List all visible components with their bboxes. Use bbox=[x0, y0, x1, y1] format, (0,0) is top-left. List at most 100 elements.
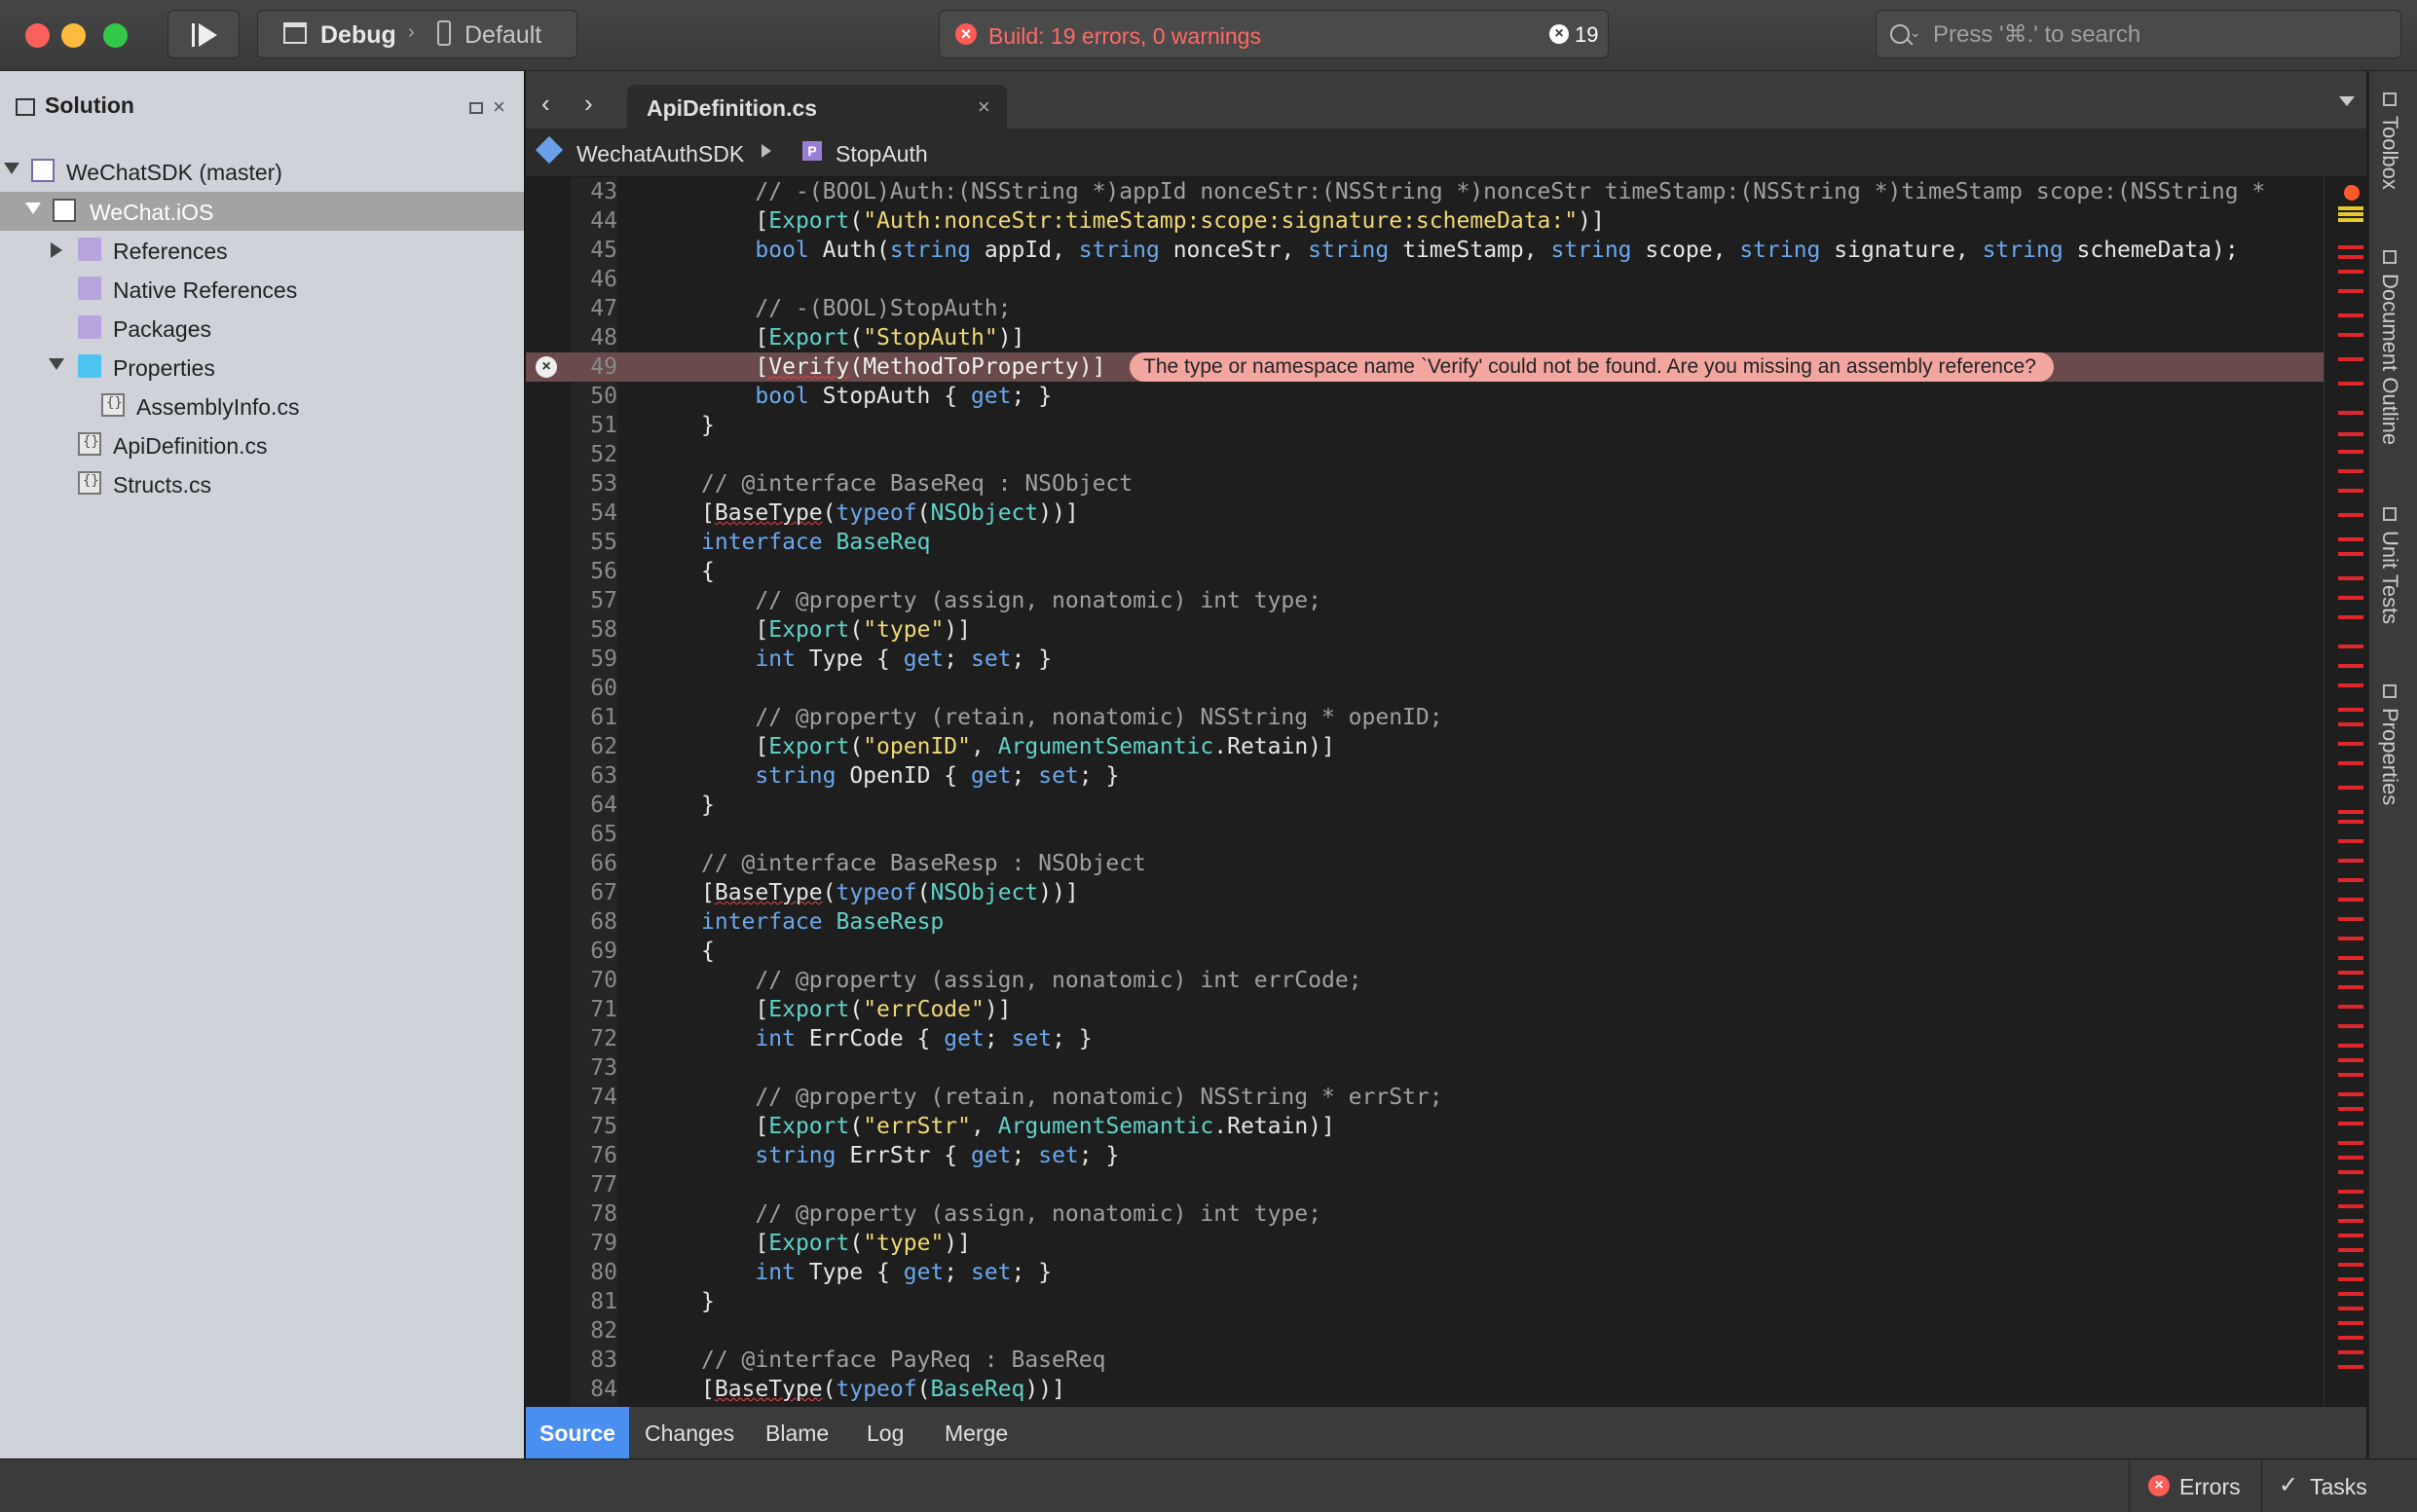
error-summary-icon[interactable] bbox=[2344, 185, 2360, 201]
code-line[interactable]: 70 // @property (assign, nonatomic) int … bbox=[526, 966, 2327, 995]
pad-toolbox[interactable]: Toolbox bbox=[2377, 92, 2402, 190]
error-marker[interactable] bbox=[2338, 839, 2363, 843]
tree-item-structs[interactable]: Structs.cs bbox=[0, 464, 524, 503]
code-text[interactable]: interface BaseResp bbox=[701, 907, 944, 937]
code-line[interactable]: 65 bbox=[526, 820, 2327, 849]
run-button[interactable] bbox=[167, 10, 240, 58]
code-text[interactable]: [Export("errStr", ArgumentSemantic.Retai… bbox=[701, 1112, 1335, 1141]
error-marker[interactable] bbox=[2338, 382, 2363, 386]
tree-item-native-references[interactable]: Native References bbox=[0, 270, 524, 309]
error-marker[interactable] bbox=[2338, 1277, 2363, 1281]
code-line[interactable]: 57 // @property (assign, nonatomic) int … bbox=[526, 586, 2327, 615]
error-marker[interactable] bbox=[2338, 1263, 2363, 1267]
tab-list-chevron-icon[interactable] bbox=[2339, 96, 2355, 106]
code-line[interactable]: 84 [BaseType(typeof(BaseReq))] bbox=[526, 1375, 2327, 1404]
error-marker[interactable] bbox=[2338, 1044, 2363, 1048]
tree-item-project[interactable]: WeChat.iOS bbox=[0, 192, 524, 231]
error-marker-icon[interactable]: × bbox=[536, 356, 557, 378]
error-marker[interactable] bbox=[2338, 513, 2363, 517]
breadcrumb-namespace[interactable]: WechatAuthSDK bbox=[576, 141, 744, 167]
error-marker[interactable] bbox=[2338, 289, 2363, 293]
code-line[interactable]: 69 { bbox=[526, 937, 2327, 966]
code-text[interactable]: // @property (retain, nonatomic) NSStrin… bbox=[701, 703, 1442, 732]
code-text[interactable]: // @interface BaseResp : NSObject bbox=[701, 849, 1146, 878]
code-line[interactable]: 43 // -(BOOL)Auth:(NSString *)appId nonc… bbox=[526, 177, 2327, 206]
search-box[interactable]: ⌄ bbox=[1876, 10, 2401, 58]
error-marker[interactable] bbox=[2338, 1058, 2363, 1062]
code-line[interactable]: 74 // @property (retain, nonatomic) NSSt… bbox=[526, 1083, 2327, 1112]
error-marker[interactable] bbox=[2338, 917, 2363, 921]
code-line[interactable]: 62 [Export("openID", ArgumentSemantic.Re… bbox=[526, 732, 2327, 761]
error-marker[interactable] bbox=[2338, 664, 2363, 668]
code-line[interactable]: 50 bool StopAuth { get; } bbox=[526, 382, 2327, 411]
error-marker[interactable] bbox=[2338, 489, 2363, 493]
error-marker[interactable] bbox=[2338, 596, 2363, 600]
code-line[interactable]: 80 int Type { get; set; } bbox=[526, 1258, 2327, 1287]
window-close-button[interactable] bbox=[25, 23, 50, 48]
code-text[interactable]: { bbox=[701, 937, 715, 966]
error-marker[interactable] bbox=[2338, 450, 2363, 454]
error-marker[interactable] bbox=[2338, 1307, 2363, 1310]
error-marker[interactable] bbox=[2338, 1107, 2363, 1111]
error-marker[interactable] bbox=[2338, 820, 2363, 824]
warning-marker[interactable] bbox=[2338, 218, 2363, 222]
code-text[interactable]: bool StopAuth { get; } bbox=[701, 382, 1052, 411]
error-marker[interactable] bbox=[2338, 432, 2363, 436]
tab-log[interactable]: Log bbox=[867, 1407, 904, 1459]
code-text[interactable]: [Export("type")] bbox=[701, 615, 971, 645]
code-line[interactable]: 64} bbox=[526, 791, 2327, 820]
error-marker[interactable] bbox=[2338, 270, 2363, 274]
code-text[interactable]: int Type { get; set; } bbox=[701, 1258, 1052, 1287]
error-marker[interactable] bbox=[2338, 576, 2363, 580]
error-marker[interactable] bbox=[2338, 1141, 2363, 1145]
code-line[interactable]: 78 // @property (assign, nonatomic) int … bbox=[526, 1199, 2327, 1229]
error-marker[interactable] bbox=[2338, 1321, 2363, 1325]
code-line[interactable]: 63 string OpenID { get; set; } bbox=[526, 761, 2327, 791]
code-text[interactable]: [BaseType(typeof(NSObject))] bbox=[701, 498, 1079, 528]
error-marker[interactable] bbox=[2338, 357, 2363, 361]
error-marker[interactable] bbox=[2338, 810, 2363, 814]
code-text[interactable]: { bbox=[701, 557, 715, 586]
error-marker[interactable] bbox=[2338, 1190, 2363, 1194]
code-line[interactable]: 47 // -(BOOL)StopAuth; bbox=[526, 294, 2327, 323]
error-marker[interactable] bbox=[2338, 333, 2363, 337]
error-marker[interactable] bbox=[2338, 645, 2363, 648]
error-marker[interactable] bbox=[2338, 245, 2363, 249]
tab-blame[interactable]: Blame bbox=[765, 1407, 829, 1459]
overview-ruler[interactable] bbox=[2324, 177, 2367, 1406]
code-text[interactable]: bool Auth(string appId, string nonceStr,… bbox=[701, 236, 2238, 265]
errors-pad-button[interactable]: Errors bbox=[2179, 1474, 2241, 1500]
code-line[interactable]: 72 int ErrCode { get; set; } bbox=[526, 1024, 2327, 1053]
expand-arrow-icon[interactable] bbox=[49, 358, 64, 370]
error-marker[interactable] bbox=[2338, 411, 2363, 415]
window-zoom-button[interactable] bbox=[103, 23, 128, 48]
error-marker[interactable] bbox=[2338, 1219, 2363, 1223]
code-text[interactable]: [Export("openID", ArgumentSemantic.Retai… bbox=[701, 732, 1335, 761]
error-marker[interactable] bbox=[2338, 1365, 2363, 1369]
tab-changes[interactable]: Changes bbox=[645, 1407, 734, 1459]
error-marker[interactable] bbox=[2338, 1336, 2363, 1340]
tab-merge[interactable]: Merge bbox=[945, 1407, 1008, 1459]
code-line[interactable]: 55 interface BaseReq bbox=[526, 528, 2327, 557]
error-marker[interactable] bbox=[2338, 878, 2363, 882]
code-text[interactable]: [Export("type")] bbox=[701, 1229, 971, 1258]
code-line[interactable]: 67 [BaseType(typeof(NSObject))] bbox=[526, 878, 2327, 907]
error-marker[interactable] bbox=[2338, 1170, 2363, 1174]
code-text[interactable]: // @property (assign, nonatomic) int err… bbox=[701, 966, 1361, 995]
error-marker[interactable] bbox=[2338, 985, 2363, 989]
code-line[interactable]: 68 interface BaseResp bbox=[526, 907, 2327, 937]
pad-document-outline[interactable]: Document Outline bbox=[2377, 250, 2402, 445]
code-line[interactable]: 51} bbox=[526, 411, 2327, 440]
code-text[interactable]: // -(BOOL)Auth:(NSString *)appId nonceSt… bbox=[701, 177, 2265, 206]
code-text[interactable]: // @property (retain, nonatomic) NSStrin… bbox=[701, 1083, 1442, 1112]
pad-unit-tests[interactable]: Unit Tests bbox=[2377, 507, 2402, 624]
code-text[interactable]: // @property (assign, nonatomic) int typ… bbox=[701, 1199, 1321, 1229]
code-line[interactable]: 54 [BaseType(typeof(NSObject))] bbox=[526, 498, 2327, 528]
error-marker[interactable] bbox=[2338, 552, 2363, 556]
code-line[interactable]: 75 [Export("errStr", ArgumentSemantic.Re… bbox=[526, 1112, 2327, 1141]
error-marker[interactable] bbox=[2338, 742, 2363, 746]
error-marker[interactable] bbox=[2338, 1024, 2363, 1028]
expand-arrow-icon[interactable] bbox=[25, 203, 41, 214]
code-text[interactable]: // -(BOOL)StopAuth; bbox=[701, 294, 1011, 323]
code-text[interactable]: [Export("StopAuth")] bbox=[701, 323, 1024, 352]
